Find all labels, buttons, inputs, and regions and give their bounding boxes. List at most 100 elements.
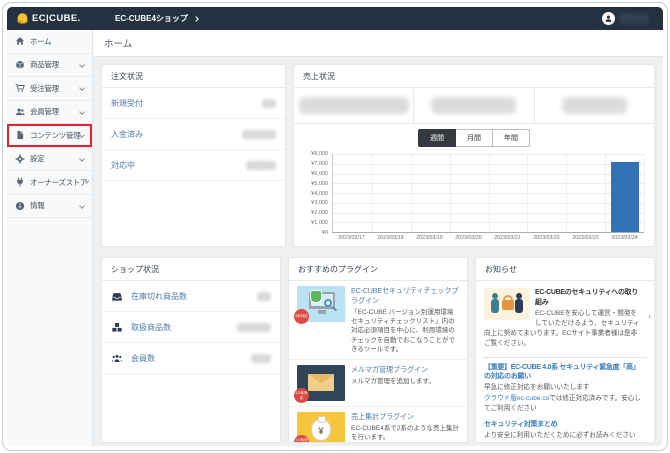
sales-period-tabs: 週間 月間 年間 xyxy=(294,124,654,150)
order-status-title: 注文状況 xyxy=(102,65,285,88)
redacted-value xyxy=(242,130,276,139)
plugins-title: おすすめのプラグイン xyxy=(289,258,467,281)
plugin-title-link[interactable]: 売上集計プラグイン xyxy=(351,412,459,422)
chart-x-tick: 2023/03/22 xyxy=(527,233,566,243)
shop-status-row: 取扱商品数 xyxy=(102,312,280,343)
page-title: ホーム xyxy=(93,30,663,57)
sidebar-item-settings[interactable]: 設定 xyxy=(7,148,92,172)
news-title: お知らせ xyxy=(476,258,654,281)
chart-y-tick: ¥7,000 xyxy=(311,161,328,167)
sidebar-item-label: 会員管理 xyxy=(30,106,59,117)
plugin-item-sales-report: ¥ 4.0系対応 売上集計プラグイン EC-CUBE4系で2系のような売上集計を… xyxy=(289,407,467,443)
tab-yearly[interactable]: 年間 xyxy=(493,129,530,147)
screenshot-frame: EC|CUBE. EC-CUBE4ショップ ホーム 商品管理 xyxy=(2,2,668,451)
inbox-icon xyxy=(111,291,124,302)
plugin-description: メルマガ管理を追加します。 xyxy=(351,377,435,386)
money-bag-graphic: ¥ xyxy=(311,419,331,441)
chart-gridline xyxy=(605,154,606,232)
sales-status-card: 売上状況 週間 月間 年間 ¥8, xyxy=(293,64,655,247)
news-item: セキュリティ対策まとめ より安全に利用いただくために必ずお読みください xyxy=(476,415,654,442)
sidebar-item-products[interactable]: 商品管理 xyxy=(7,54,92,78)
main-area: ホーム 注文状況 新規受付 入金済み xyxy=(93,30,663,446)
order-status-link-in-progress[interactable]: 対応中 xyxy=(111,160,135,171)
sidebar-item-label: 商品管理 xyxy=(30,59,59,70)
chart-x-tick: 2023/03/19 xyxy=(410,233,449,243)
shield-check-graphic xyxy=(310,290,322,303)
sales-bar-chart: ¥8,000 ¥7,000 ¥6,000 ¥5,000 ¥4,000 ¥3,000 ¥2,0… xyxy=(294,150,654,246)
chart-y-tick: ¥6,000 xyxy=(311,171,328,177)
sales-summary-cell xyxy=(294,88,414,123)
tab-monthly[interactable]: 月間 xyxy=(456,129,493,147)
sidebar-item-label: 受注管理 xyxy=(30,83,59,94)
chart-y-tick: ¥4,000 xyxy=(311,191,328,197)
order-status-row: 入金済み xyxy=(102,119,285,150)
sidebar-item-info[interactable]: 情報 xyxy=(7,195,92,219)
chevron-down-icon xyxy=(79,109,85,115)
shop-name[interactable]: EC-CUBE4ショップ xyxy=(115,13,188,24)
chart-x-tick: 2023/03/17 xyxy=(332,233,371,243)
sidebar-item-label: 情報 xyxy=(30,200,44,211)
redacted-value xyxy=(251,354,271,363)
plugin-item-mailmag: 4.0系対応 メルマガ管理プラグイン メルマガ管理を追加します。 xyxy=(289,360,467,407)
sales-status-title: 売上状況 xyxy=(294,65,654,88)
redacted-value xyxy=(562,97,627,114)
plugin-thumbnail[interactable]: ¥ 4.0系対応 xyxy=(297,412,345,443)
out-of-stock-link[interactable]: 在庫切れ商品数 xyxy=(131,291,187,302)
plugin-title-link[interactable]: メルマガ管理プラグイン xyxy=(351,365,435,375)
news-feature[interactable]: EC-CUBEのセキュリティへの取り組み EC-CUBEを安心して運営・開発をし… xyxy=(476,281,654,353)
chart-y-tick: ¥1,000 xyxy=(311,220,328,226)
chart-y-tick: ¥2,000 xyxy=(311,210,328,216)
shop-status-row: 在庫切れ商品数 xyxy=(102,281,280,312)
contents-icon xyxy=(15,130,25,140)
member-count-link[interactable]: 会員数 xyxy=(131,353,155,364)
carousel-next-icon[interactable]: › xyxy=(648,311,651,321)
sidebar-item-members[interactable]: 会員管理 xyxy=(7,101,92,125)
user-avatar-icon[interactable] xyxy=(602,12,615,25)
settings-icon xyxy=(15,154,25,164)
redacted-value xyxy=(237,323,271,332)
news-desc: クラウド版ec-cube.coでは修正対応済みです。安心してご利用ください xyxy=(484,394,646,414)
plugin-title-link[interactable]: EC-CUBEセキュリティチェックプラグイン xyxy=(351,286,459,306)
chart-x-tick: 2023/03/20 xyxy=(449,233,488,243)
sidebar-item-contents[interactable]: コンテンツ管理 xyxy=(7,124,92,148)
chart-y-tick: ¥3,000 xyxy=(311,200,328,206)
plugin-thumbnail[interactable]: 4系対応 xyxy=(297,286,345,322)
ec-cube-logo[interactable]: EC|CUBE. xyxy=(7,12,93,25)
chevron-down-icon xyxy=(80,133,85,138)
news-link[interactable]: セキュリティ対策まとめ xyxy=(484,420,646,430)
news-card: お知らせ EC-CUBEのセキュリティへの取り xyxy=(475,257,655,443)
news-desc: より安全に利用いただくために必ずお読みください xyxy=(484,431,646,441)
redacted-value xyxy=(431,97,516,114)
recommended-plugins-card: おすすめのプラグイン 4系対応 EC-CUBEセキュリティチェックプラグイン xyxy=(288,257,468,443)
info-icon xyxy=(15,201,25,211)
order-status-link-new[interactable]: 新規受付 xyxy=(111,98,143,109)
sidebar-item-home[interactable]: ホーム xyxy=(7,30,92,54)
product-count-link[interactable]: 取扱商品数 xyxy=(131,322,171,333)
sidebar-item-orders[interactable]: 受注管理 xyxy=(7,77,92,101)
chart-y-tick: ¥0 xyxy=(322,230,328,236)
chart-gridline xyxy=(489,154,490,232)
news-link[interactable]: 【重要】EC-CUBE 4.0系 セキュリティ緊急度「高」の対応のお願い xyxy=(484,363,646,383)
shop-status-title: ショップ状況 xyxy=(102,258,280,281)
chart-gridline xyxy=(450,154,451,232)
sidebar-item-label: ホーム xyxy=(30,36,51,47)
redacted-value xyxy=(257,292,271,301)
plugin-thumbnail[interactable]: 4.0系対応 xyxy=(297,365,345,401)
sidebar-nav: ホーム 商品管理 受注管理 会員管理 コンテンツ管理 xyxy=(7,30,93,446)
chart-gridline xyxy=(411,154,412,232)
order-status-link-paid[interactable]: 入金済み xyxy=(111,129,143,140)
cloud-version-link[interactable]: クラウド版ec-cube.co xyxy=(484,395,549,402)
version-badge: 4.0系対応 xyxy=(294,435,309,443)
logo-text: EC|CUBE. xyxy=(32,13,81,24)
chart-y-tick: ¥5,000 xyxy=(311,181,328,187)
yen-symbol: ¥ xyxy=(312,426,330,436)
sidebar-item-owners-store[interactable]: オーナーズストア xyxy=(7,171,92,195)
redacted-value xyxy=(299,97,409,114)
chart-plot xyxy=(332,154,644,233)
shop-status-row: 会員数 xyxy=(102,343,280,374)
tab-weekly[interactable]: 週間 xyxy=(418,129,456,147)
person-icon xyxy=(604,14,613,23)
chart-y-tick: ¥8,000 xyxy=(311,151,328,157)
envelope-graphic xyxy=(308,374,334,391)
home-icon xyxy=(15,36,25,46)
